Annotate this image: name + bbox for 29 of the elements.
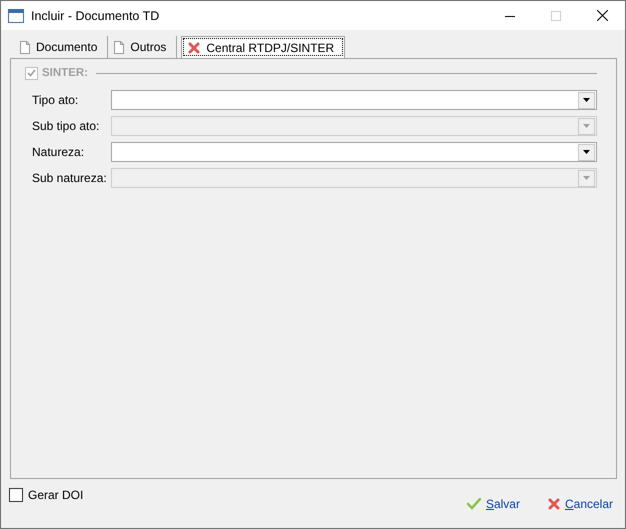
- tab[interactable]: Central RTDPJ/SINTER: [181, 36, 346, 58]
- caret-icon: [583, 98, 590, 102]
- tab[interactable]: Outros: [108, 36, 178, 58]
- dropdown-field[interactable]: [111, 142, 597, 162]
- field-label: Sub tipo ato:: [32, 119, 100, 133]
- dropdown-button[interactable]: [578, 92, 595, 108]
- document-icon: [114, 40, 124, 54]
- maximize-icon: [551, 10, 561, 20]
- checkmark-icon: [466, 498, 481, 510]
- field-label: Sub natureza:: [32, 171, 108, 185]
- checkbox[interactable]: [9, 488, 23, 502]
- cross-icon: [188, 42, 200, 54]
- window-title: Incluir - Documento TD: [31, 8, 160, 22]
- caret-icon: [583, 176, 590, 180]
- caret-icon: [583, 150, 590, 154]
- document-icon: [20, 40, 30, 54]
- cross-icon: [548, 498, 560, 510]
- checkbox-label: Gerar DOI: [28, 488, 84, 502]
- tab[interactable]: Documento: [14, 36, 108, 58]
- field-label: Natureza:: [32, 145, 86, 159]
- action-button[interactable]: Salvar: [466, 497, 520, 511]
- caret-icon: [583, 124, 590, 128]
- window-icon: [8, 8, 24, 22]
- dropdown-button[interactable]: [578, 144, 595, 160]
- close-icon: [596, 10, 608, 21]
- group-label: SINTER:: [42, 67, 88, 79]
- action-button[interactable]: Cancelar: [548, 497, 613, 511]
- field-label: Tipo ato:: [32, 93, 80, 107]
- dropdown-field[interactable]: [111, 90, 597, 110]
